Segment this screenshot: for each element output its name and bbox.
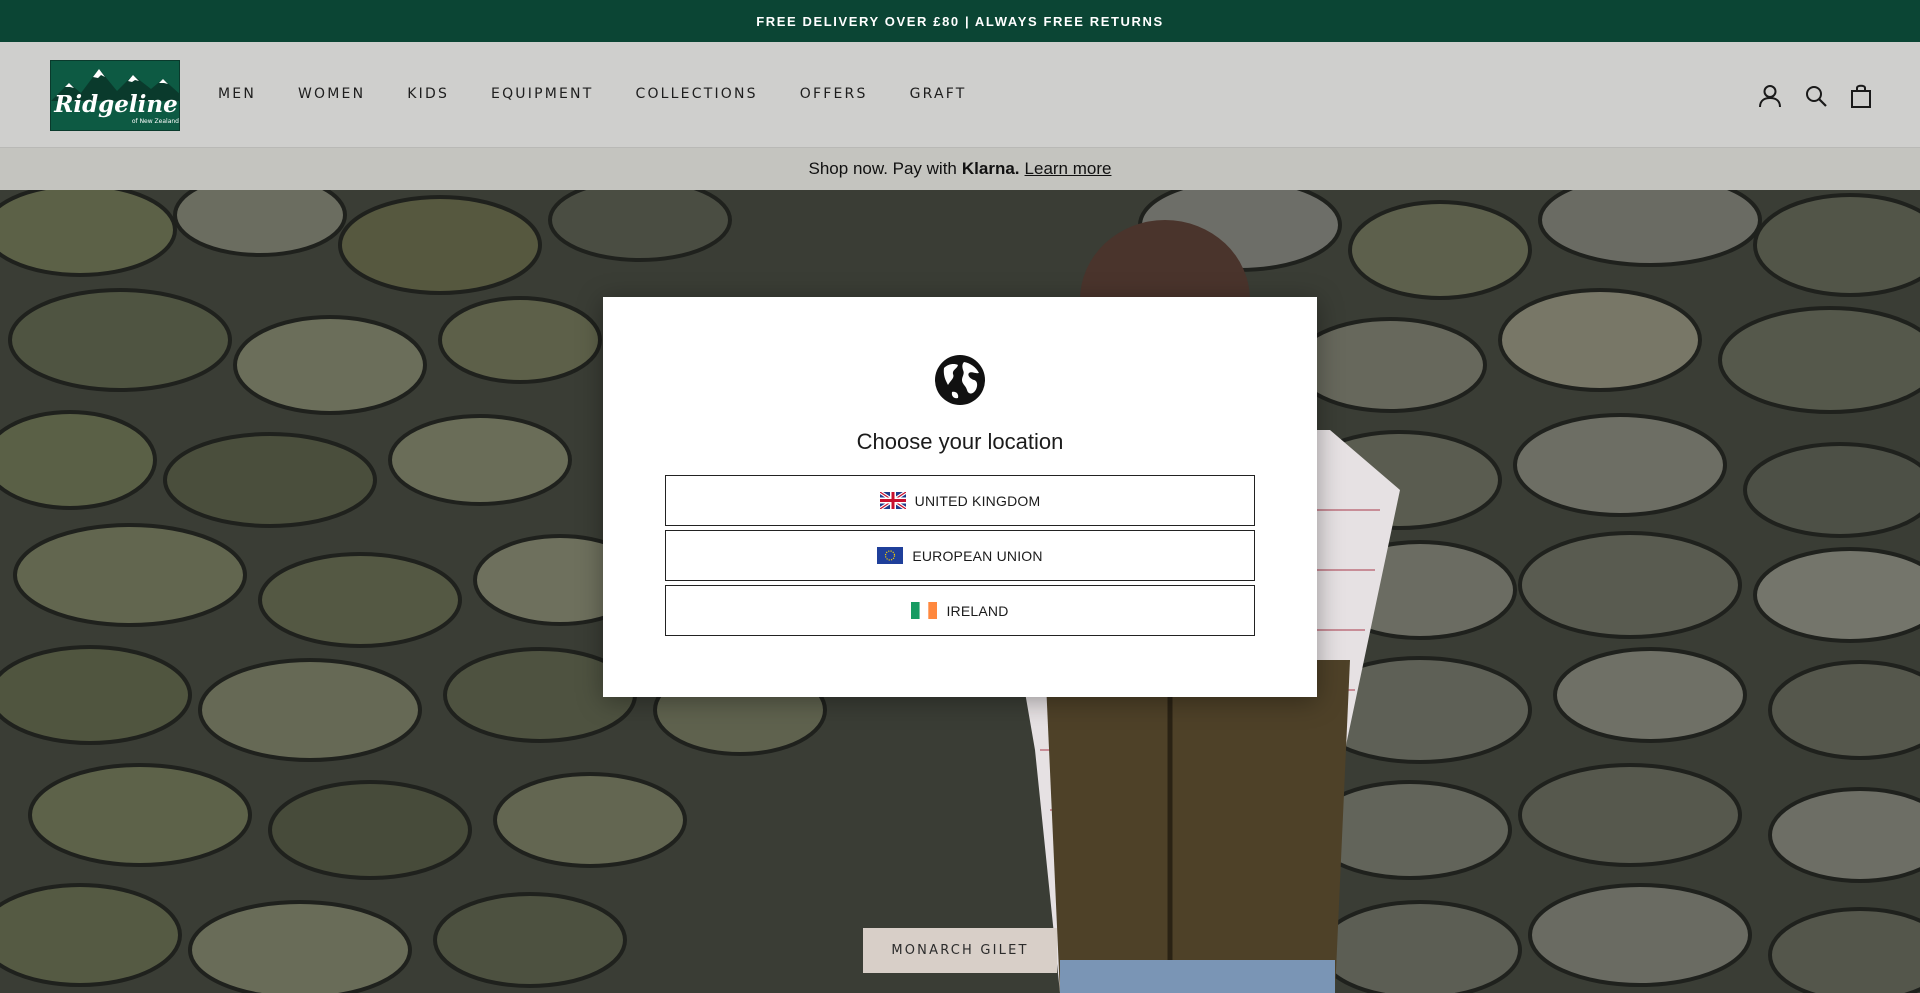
nav-graft[interactable]: GRAFT [910,86,967,102]
location-label: IRELAND [946,602,1009,619]
monarch-gilet-button[interactable]: MONARCH GILET [863,928,1057,973]
close-icon[interactable] [1281,317,1301,337]
logo-subtext: of New Zealand [131,118,179,125]
modal-title: Choose your location [856,429,1064,454]
nav-kids[interactable]: KIDS [407,86,449,102]
location-modal: Choose your location UNITED KINGDOM EURO… [603,297,1317,697]
announcement-text: FREE DELIVERY OVER £80 | ALWAYS FREE RET… [756,13,1164,29]
globe-icon [935,355,985,405]
announcement-bar: FREE DELIVERY OVER £80 | ALWAYS FREE RET… [0,0,1920,42]
klarna-brand: Klarna. [961,159,1020,178]
nav-men[interactable]: MEN [218,86,256,102]
logo-text: Ridgeline [54,91,178,118]
site-header: Ridgeline of New Zealand MEN WOMEN KIDS … [0,42,1920,148]
nav-offers[interactable]: OFFERS [800,86,868,102]
location-united-kingdom-button[interactable]: UNITED KINGDOM [665,475,1255,526]
cart-icon[interactable] [1848,83,1874,109]
location-label: EUROPEAN UNION [912,547,1043,564]
logo[interactable]: Ridgeline of New Zealand [50,60,180,131]
klarna-learn-more-link[interactable]: Learn more [1025,159,1112,179]
account-icon[interactable] [1757,83,1783,109]
ireland-flag-icon [911,602,938,619]
eu-flag-icon [877,547,904,564]
klarna-banner: Shop now. Pay with Klarna. Learn more [0,148,1920,190]
klarna-prefix: Shop now. Pay with [808,159,957,178]
nav-women[interactable]: WOMEN [298,86,365,102]
uk-flag-icon [879,492,906,509]
nav-equipment[interactable]: EQUIPMENT [491,86,593,102]
location-ireland-button[interactable]: IRELAND [665,585,1255,636]
nav-collections[interactable]: COLLECTIONS [635,86,757,102]
main-nav: MEN WOMEN KIDS EQUIPMENT COLLECTIONS OFF… [218,86,1009,102]
location-label: UNITED KINGDOM [914,492,1041,509]
search-icon[interactable] [1803,83,1829,109]
location-european-union-button[interactable]: EUROPEAN UNION [665,530,1255,581]
